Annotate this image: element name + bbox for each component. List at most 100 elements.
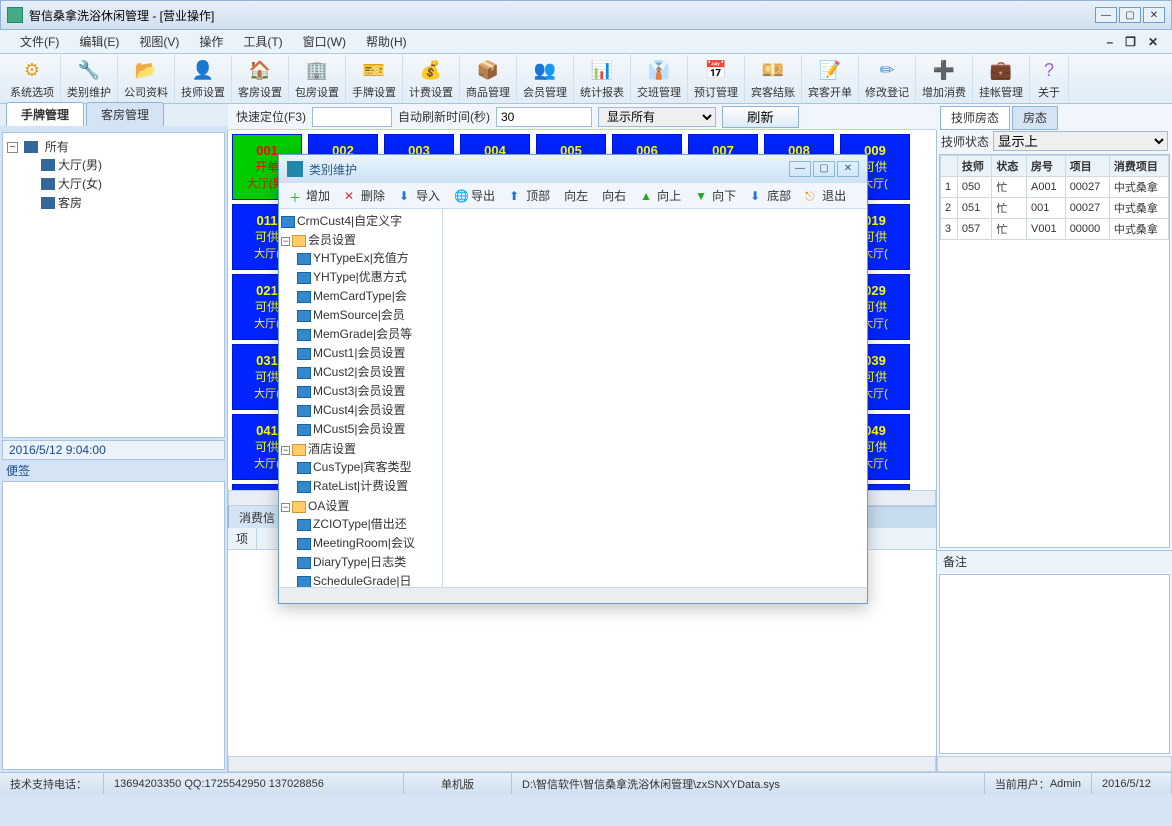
tree-hall-female[interactable]: 大厅(女)	[58, 177, 102, 191]
tab-tag-mgmt[interactable]: 手牌管理	[6, 102, 84, 126]
toolbar-0[interactable]: ⚙系统选项	[4, 55, 61, 102]
tree-hall-male[interactable]: 大厅(男)	[58, 158, 102, 172]
tree-leaf[interactable]: MCust5|会员设置	[297, 419, 440, 438]
toolbar-17[interactable]: 💼挂帐管理	[973, 55, 1030, 102]
tree-leaf[interactable]: DiaryType|日志类	[297, 552, 440, 571]
tech-col[interactable]	[941, 156, 958, 177]
tree-leaf[interactable]: CrmCust4|自定义字	[281, 211, 440, 230]
tree-leaf[interactable]: MemGrade|会员等	[297, 324, 440, 343]
dlg-btn-3[interactable]: 🌐导出	[448, 185, 501, 206]
toolbar-12[interactable]: 📅预订管理	[688, 55, 745, 102]
collapse-icon[interactable]: −	[281, 237, 290, 246]
tree-root[interactable]: 所有	[45, 140, 69, 154]
tree-guestroom[interactable]: 客房	[58, 196, 82, 210]
dlg-btn-2[interactable]: ⬇导入	[393, 185, 446, 206]
tree-leaf[interactable]: ZCIOType|借出还	[297, 514, 440, 533]
dialog-maximize[interactable]: ▢	[813, 161, 835, 177]
tech-col[interactable]: 房号	[1026, 156, 1065, 177]
dlg-btn-8[interactable]: ▼向下	[689, 185, 742, 206]
table-row[interactable]: 2051忙00100027中式桑拿	[941, 198, 1169, 219]
note-textarea[interactable]	[2, 481, 225, 770]
maximize-button[interactable]: ▢	[1119, 7, 1141, 23]
tree-leaf[interactable]: MCust2|会员设置	[297, 362, 440, 381]
tech-col[interactable]: 状态	[992, 156, 1027, 177]
refresh-interval-input[interactable]	[496, 107, 592, 127]
display-filter-select[interactable]: 显示所有	[598, 107, 716, 127]
collapse-icon[interactable]: −	[281, 503, 290, 512]
room-status: 开单	[255, 158, 279, 175]
tree-leaf[interactable]: MemCardType|会	[297, 286, 440, 305]
tech-col[interactable]: 消费项目	[1109, 156, 1168, 177]
dlg-btn-4[interactable]: ⬆顶部	[503, 185, 556, 206]
menu-tools[interactable]: 工具(T)	[233, 31, 292, 52]
toolbar-10[interactable]: 📊统计报表	[574, 55, 631, 102]
toolbar-14[interactable]: 📝宾客开单	[802, 55, 859, 102]
tree-collapse-icon[interactable]: −	[7, 142, 18, 153]
dlg-btn-6[interactable]: 向右	[596, 185, 632, 206]
refresh-button[interactable]: 刷新	[722, 106, 799, 128]
dialog-close[interactable]: ✕	[837, 161, 859, 177]
dialog-titlebar[interactable]: 类别维护 — ▢ ✕	[279, 155, 867, 183]
toolbar-16[interactable]: ➕增加消费	[916, 55, 973, 102]
toolbar-7[interactable]: 💰计费设置	[403, 55, 460, 102]
tab-room-status[interactable]: 房态	[1012, 106, 1058, 130]
toolbar-15[interactable]: ✏修改登记	[859, 55, 916, 102]
tree-leaf[interactable]: MCust3|会员设置	[297, 381, 440, 400]
toolbar-8[interactable]: 📦商品管理	[460, 55, 517, 102]
mdi-close[interactable]: ✕	[1144, 35, 1162, 49]
dlg-btn-5[interactable]: 向左	[558, 185, 594, 206]
dialog-scrollbar[interactable]	[279, 587, 867, 603]
table-row[interactable]: 3057忙V00100000中式桑拿	[941, 219, 1169, 240]
dlg-btn-0[interactable]: ＋增加	[283, 185, 336, 206]
toolbar-4[interactable]: 🏠客房设置	[232, 55, 289, 102]
toolbar-3[interactable]: 👤技师设置	[175, 55, 232, 102]
mdi-restore[interactable]: ❐	[1121, 35, 1140, 49]
table-row[interactable]: 1050忙A00100027中式桑拿	[941, 177, 1169, 198]
minimize-button[interactable]: —	[1095, 7, 1117, 23]
dlg-btn-9[interactable]: ⬇底部	[744, 185, 797, 206]
tree-leaf[interactable]: MemSource|会员	[297, 305, 440, 324]
dlg-btn-1[interactable]: ✕删除	[338, 185, 391, 206]
tree-leaf[interactable]: MCust1|会员设置	[297, 343, 440, 362]
tree-folder[interactable]: −OA设置ZCIOType|借出还MeetingRoom|会议DiaryType…	[281, 496, 440, 587]
tree-folder[interactable]: −会员设置YHTypeEx|充值方YHType|优惠方式MemCardType|…	[281, 230, 440, 439]
menu-operate[interactable]: 操作	[189, 31, 233, 52]
tree-leaf[interactable]: CusType|宾客类型	[297, 457, 440, 476]
tree-folder[interactable]: −酒店设置CusType|宾客类型RateList|计费设置	[281, 439, 440, 496]
close-button[interactable]: ✕	[1143, 7, 1165, 23]
tech-col[interactable]: 项目	[1065, 156, 1109, 177]
horizontal-scrollbar[interactable]	[228, 756, 936, 772]
menu-help[interactable]: 帮助(H)	[356, 31, 417, 52]
toolbar-11[interactable]: 👔交班管理	[631, 55, 688, 102]
tree-leaf[interactable]: YHTypeEx|充值方	[297, 248, 440, 267]
menu-edit[interactable]: 编辑(E)	[69, 31, 129, 52]
toolbar-1[interactable]: 🔧类别维护	[61, 55, 118, 102]
tab-tech-status[interactable]: 技师房态	[940, 106, 1010, 130]
horizontal-scrollbar[interactable]	[937, 756, 1172, 772]
toolbar-6[interactable]: 🎫手牌设置	[346, 55, 403, 102]
tree-leaf[interactable]: YHType|优惠方式	[297, 267, 440, 286]
tree-leaf[interactable]: MCust4|会员设置	[297, 400, 440, 419]
mdi-minimize[interactable]: –	[1102, 35, 1117, 49]
toolbar-5[interactable]: 🏢包房设置	[289, 55, 346, 102]
toolbar-2[interactable]: 📂公司资料	[118, 55, 175, 102]
table-cell: 001	[1026, 198, 1065, 219]
tree-leaf[interactable]: ScheduleGrade|日	[297, 571, 440, 587]
tab-room-mgmt[interactable]: 客房管理	[86, 102, 164, 126]
dialog-minimize[interactable]: —	[789, 161, 811, 177]
remark-body[interactable]	[939, 574, 1170, 754]
menu-view[interactable]: 视图(V)	[129, 31, 189, 52]
dlg-btn-10[interactable]: ⎋退出	[799, 185, 852, 206]
toolbar-9[interactable]: 👥会员管理	[517, 55, 574, 102]
tree-leaf[interactable]: MeetingRoom|会议	[297, 533, 440, 552]
tree-leaf[interactable]: RateList|计费设置	[297, 476, 440, 495]
tech-col[interactable]: 技师	[957, 156, 992, 177]
toolbar-13[interactable]: 💴宾客结账	[745, 55, 802, 102]
quick-locate-input[interactable]	[312, 107, 392, 127]
tech-status-select[interactable]: 显示上	[993, 131, 1168, 151]
menu-file[interactable]: 文件(F)	[10, 31, 69, 52]
collapse-icon[interactable]: −	[281, 446, 290, 455]
dlg-btn-7[interactable]: ▲向上	[634, 185, 687, 206]
toolbar-18[interactable]: ?关于	[1030, 55, 1069, 102]
menu-window[interactable]: 窗口(W)	[293, 31, 356, 52]
